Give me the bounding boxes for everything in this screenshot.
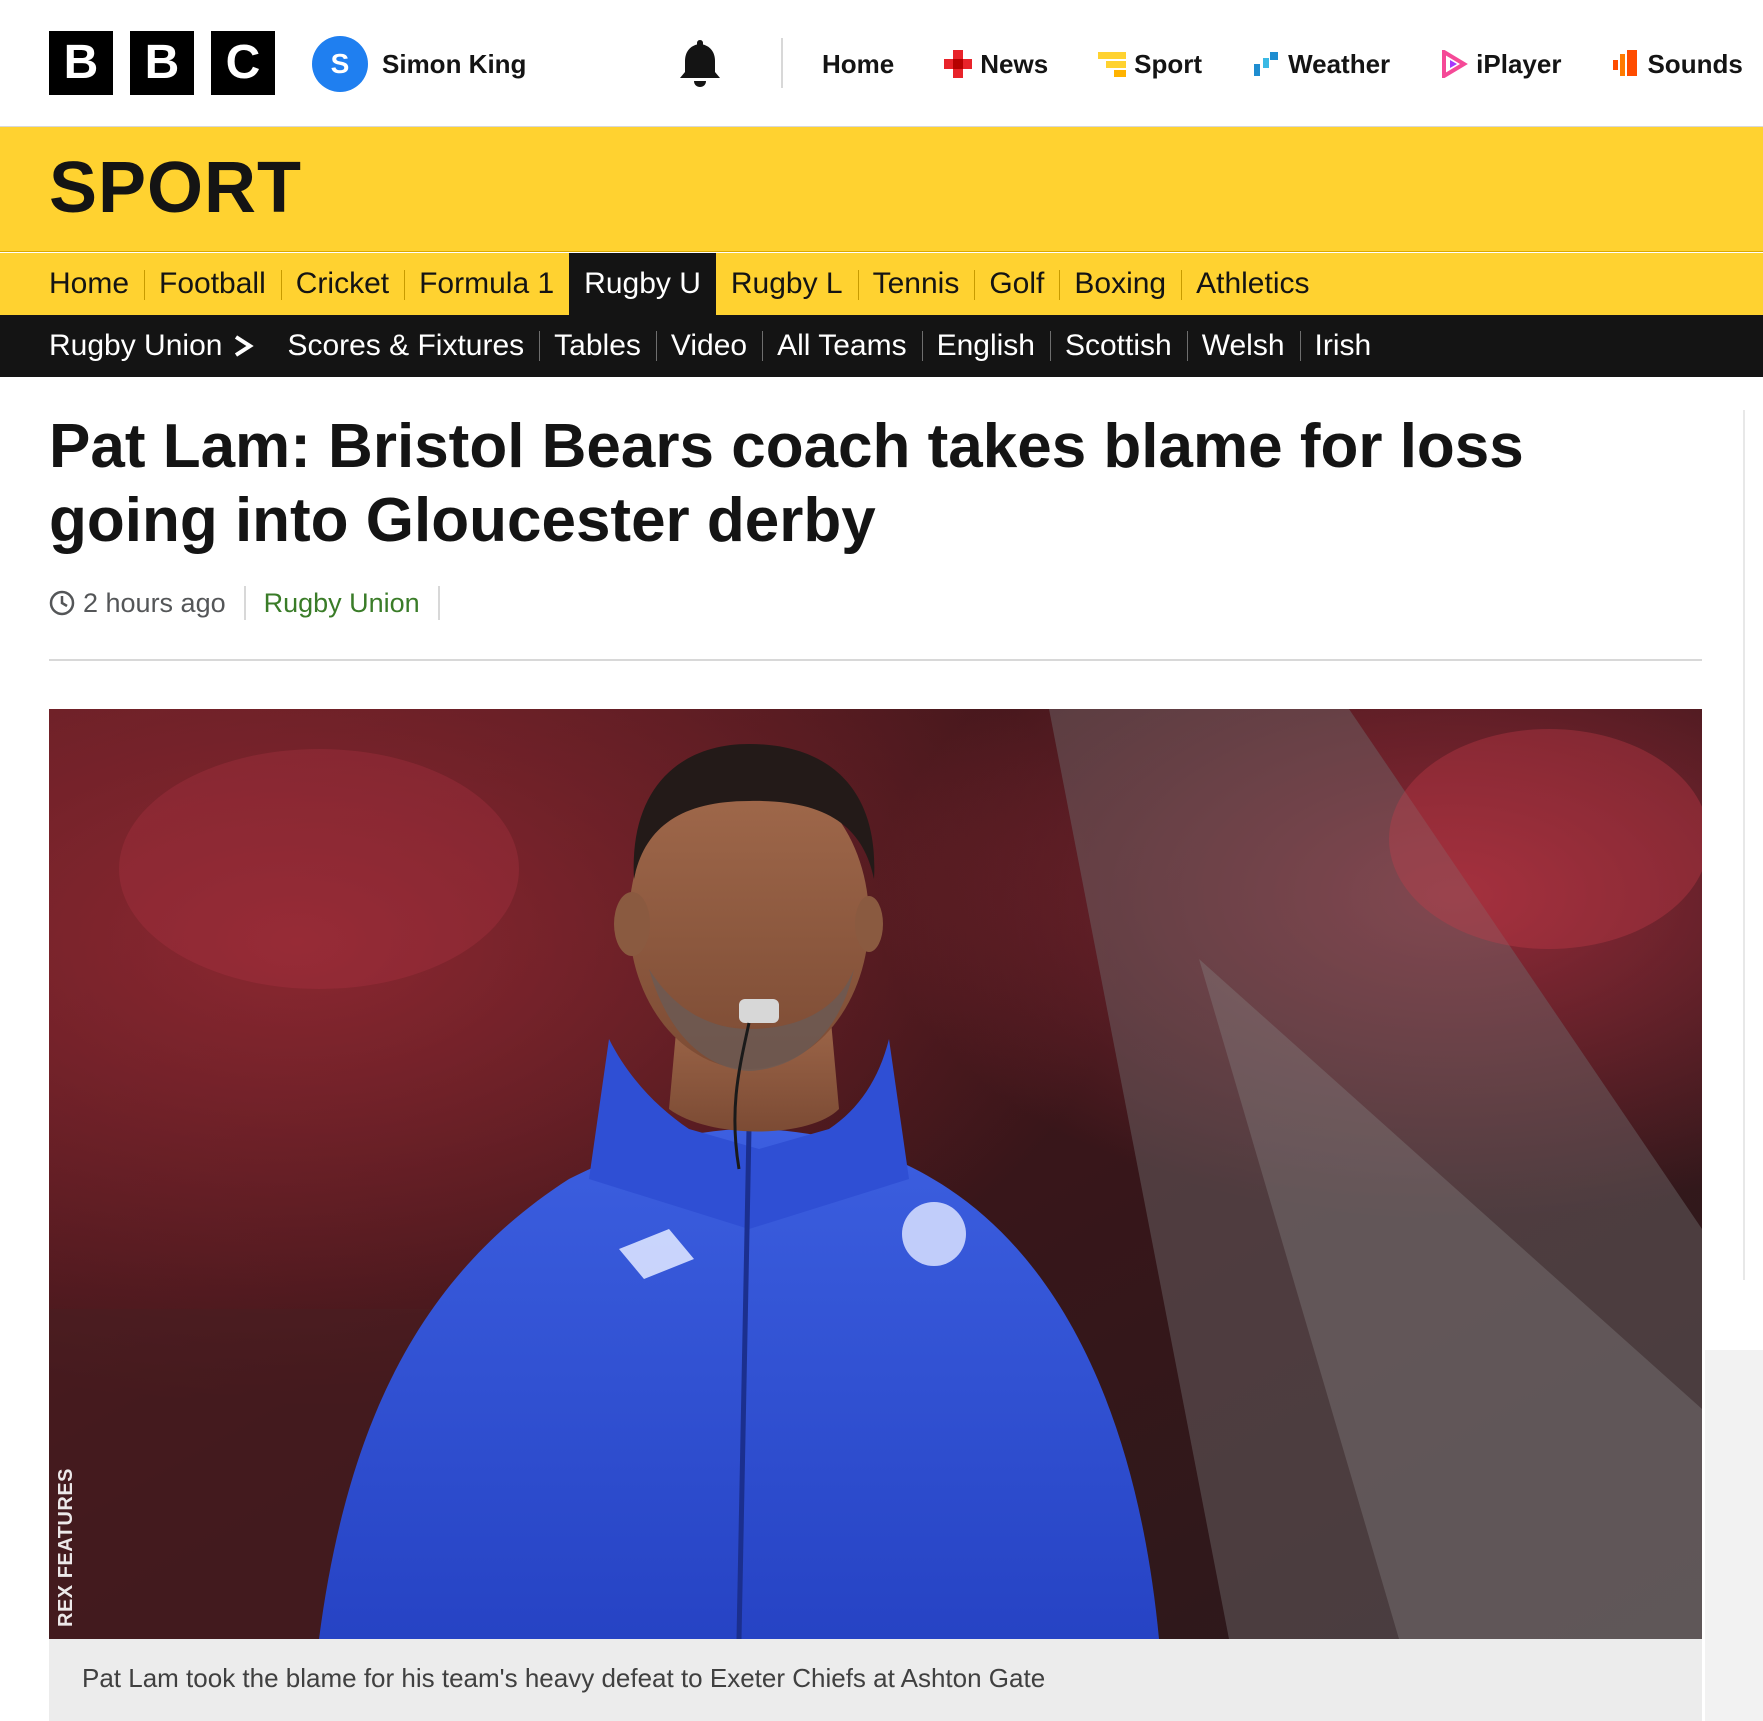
article-meta: 2 hours ago Rugby Union bbox=[49, 582, 440, 624]
bbc-logo-block: B bbox=[130, 31, 194, 95]
account-name: Simon King bbox=[382, 48, 527, 79]
global-nav-news[interactable]: News bbox=[944, 42, 1048, 86]
subnav-scottish[interactable]: Scottish bbox=[1049, 315, 1187, 377]
rugby-union-subnav: Rugby Union Scores & Fixtures Tables Vid… bbox=[0, 315, 1763, 377]
subnav-irish[interactable]: Irish bbox=[1299, 315, 1387, 377]
sport-icon bbox=[1098, 50, 1127, 78]
clock-icon bbox=[49, 590, 75, 616]
masthead-divider bbox=[781, 38, 783, 88]
sport-nav-golf[interactable]: Golf bbox=[974, 253, 1059, 315]
bbc-logo-block: B bbox=[49, 31, 113, 95]
weather-icon bbox=[1252, 50, 1280, 78]
sport-nav-rugby-league[interactable]: Rugby L bbox=[716, 253, 858, 315]
hero-photo bbox=[49, 709, 1702, 1639]
sport-nav-home[interactable]: Home bbox=[34, 253, 144, 315]
sport-nav-tennis[interactable]: Tennis bbox=[857, 253, 975, 315]
article-headline: Pat Lam: Bristol Bears coach takes blame… bbox=[49, 412, 1524, 555]
sport-nav-formula-1[interactable]: Formula 1 bbox=[404, 253, 569, 315]
sport-nav-football[interactable]: Football bbox=[144, 253, 281, 315]
image-credit: REX FEATURES bbox=[55, 1468, 77, 1627]
subnav-video[interactable]: Video bbox=[655, 315, 762, 377]
iplayer-icon bbox=[1440, 48, 1469, 80]
sidebar-panel bbox=[1705, 1350, 1763, 1721]
global-nav-label: Home bbox=[822, 48, 895, 79]
global-nav-sounds[interactable]: Sounds bbox=[1611, 42, 1743, 86]
subnav-tables[interactable]: Tables bbox=[539, 315, 656, 377]
bbc-logo-block: C bbox=[211, 31, 275, 95]
global-nav-home[interactable]: Home bbox=[822, 42, 894, 86]
sport-nav-boxing[interactable]: Boxing bbox=[1059, 253, 1181, 315]
avatar: S bbox=[312, 36, 368, 92]
hero-image: REX FEATURES bbox=[49, 709, 1702, 1639]
sidebar-divider bbox=[1743, 410, 1745, 1280]
subnav-parent-rugby-union[interactable]: Rugby Union bbox=[49, 329, 255, 363]
sport-nav: Home Football Cricket Formula 1 Rugby U … bbox=[0, 253, 1763, 315]
bbc-masthead: B B C S Simon King Home News Sport Weath… bbox=[0, 0, 1763, 127]
account-button[interactable]: S Simon King bbox=[312, 36, 526, 92]
meta-separator bbox=[437, 586, 440, 620]
sport-nav-rugby-union[interactable]: Rugby U bbox=[569, 253, 716, 315]
news-icon bbox=[944, 50, 973, 78]
subnav-scores-fixtures[interactable]: Scores & Fixtures bbox=[272, 315, 539, 377]
chevron-right-icon bbox=[235, 335, 255, 357]
header-rule bbox=[49, 659, 1702, 661]
subnav-parent-label: Rugby Union bbox=[49, 329, 223, 362]
image-caption: Pat Lam took the blame for his team's he… bbox=[49, 1639, 1702, 1721]
subnav-welsh[interactable]: Welsh bbox=[1186, 315, 1300, 377]
global-nav-label: Sport bbox=[1134, 48, 1203, 79]
global-nav: Home News Sport Weather iPlayer Sounds bbox=[822, 42, 1763, 86]
sport-nav-athletics[interactable]: Athletics bbox=[1181, 253, 1324, 315]
global-nav-iplayer[interactable]: iPlayer bbox=[1440, 42, 1561, 86]
global-nav-sport[interactable]: Sport bbox=[1098, 42, 1202, 86]
subnav-english[interactable]: English bbox=[921, 315, 1050, 377]
bbc-logo[interactable]: B B C bbox=[49, 31, 275, 95]
global-nav-label: News bbox=[980, 48, 1049, 79]
global-nav-weather[interactable]: Weather bbox=[1252, 42, 1390, 86]
section-title[interactable]: SPORT bbox=[49, 147, 302, 229]
global-nav-label: iPlayer bbox=[1476, 48, 1562, 79]
sport-nav-cricket[interactable]: Cricket bbox=[280, 253, 404, 315]
global-nav-label: Weather bbox=[1288, 48, 1391, 79]
published-time: 2 hours ago bbox=[83, 587, 226, 618]
sport-banner: SPORT bbox=[0, 127, 1763, 252]
caption-text: Pat Lam took the blame for his team's he… bbox=[82, 1663, 1046, 1693]
bell-icon[interactable] bbox=[675, 36, 725, 90]
global-nav-label: Sounds bbox=[1647, 48, 1743, 79]
topic-link[interactable]: Rugby Union bbox=[246, 588, 438, 619]
sounds-icon bbox=[1611, 50, 1639, 78]
subnav-all-teams[interactable]: All Teams bbox=[762, 315, 922, 377]
